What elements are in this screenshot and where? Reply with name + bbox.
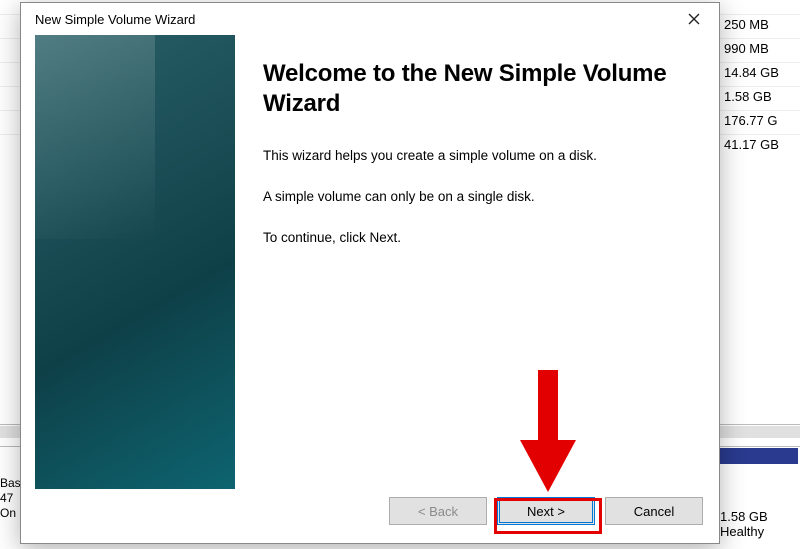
bg-volume-stripe [718,448,798,464]
bg-disk-label: Bas 47 On [0,476,21,521]
close-icon[interactable] [679,7,709,31]
wizard-text-2: A simple volume can only be on a single … [263,188,691,207]
button-row: < Back Next > Cancel [21,489,719,543]
wizard-side-image [35,35,235,489]
dialog-title: New Simple Volume Wizard [35,12,195,27]
wizard-heading: Welcome to the New Simple Volume Wizard [263,59,691,119]
next-button[interactable]: Next > [497,497,595,525]
back-button: < Back [389,497,487,525]
dialog-content: Welcome to the New Simple Volume Wizard … [21,35,719,489]
wizard-dialog: New Simple Volume Wizard Welcome to the … [20,2,720,544]
wizard-main-panel: Welcome to the New Simple Volume Wizard … [235,35,719,489]
wizard-text-1: This wizard helps you create a simple vo… [263,147,691,166]
wizard-text-3: To continue, click Next. [263,229,691,248]
titlebar: New Simple Volume Wizard [21,3,719,35]
bg-lower-info: 1.58 GB Healthy [720,509,800,539]
cancel-button[interactable]: Cancel [605,497,703,525]
